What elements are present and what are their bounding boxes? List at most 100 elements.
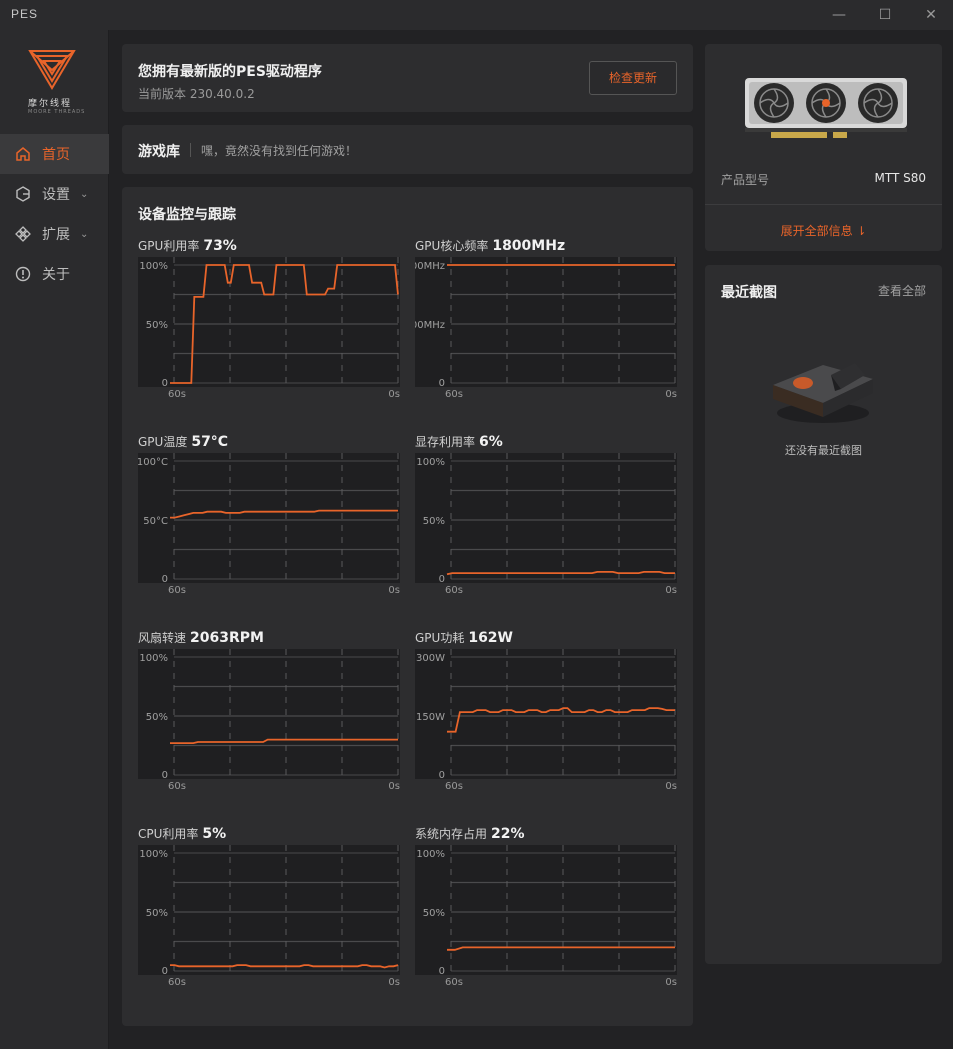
- x-tick-label: 0s: [665, 585, 677, 596]
- metric-name: GPU功耗: [415, 631, 465, 645]
- divider: [190, 143, 191, 157]
- view-all-link[interactable]: 查看全部: [878, 282, 926, 299]
- y-tick-label: 0: [162, 770, 168, 779]
- x-tick-label: 60s: [445, 781, 463, 792]
- y-tick-label: 300W: [416, 653, 445, 664]
- y-tick-label: 0: [439, 770, 445, 779]
- sidebar-item-extensions[interactable]: 扩展 ⌄: [0, 214, 109, 254]
- metric-value: 5%: [202, 826, 227, 842]
- chevron-down-icon: ⌄: [80, 188, 89, 200]
- empty-box-icon: [773, 363, 873, 423]
- metric-label: GPU功耗 162W: [415, 629, 513, 646]
- expand-info-link[interactable]: 展开全部信息 ⇂: [705, 222, 942, 239]
- x-tick-label: 0s: [388, 389, 400, 400]
- metric-plot: 1800MHz 900MHz 0: [415, 257, 677, 387]
- recent-screenshots-title: 最近截图: [721, 285, 777, 301]
- sidebar-item-label: 关于: [42, 267, 70, 283]
- device-monitor-card: 设备监控与跟踪 GPU利用率 73% 100% 50% 0 60s 0s GPU核心频率 180…: [122, 187, 693, 1026]
- info-icon: [14, 265, 32, 283]
- metric-chart: GPU核心频率1800MHz1800MHz 900MHz 060s 0s: [415, 237, 677, 407]
- metric-chart: 风扇转速 2063RPM 100% 50% 0 60s 0s: [138, 629, 400, 799]
- recent-screenshots-card: 最近截图 查看全部 还没有最近截图: [705, 265, 942, 964]
- sidebar-item-about[interactable]: 关于: [0, 254, 109, 294]
- metric-value: 1800MHz: [492, 238, 566, 254]
- sidebar-item-home[interactable]: 首页: [0, 134, 109, 174]
- device-monitor-title: 设备监控与跟踪: [138, 207, 236, 223]
- metric-label: 显存利用率 6%: [415, 433, 503, 450]
- game-library-title: 游戏库: [138, 144, 180, 160]
- metric-value: 22%: [491, 826, 525, 842]
- y-tick-label: 50%: [146, 712, 168, 723]
- y-tick-label: 100%: [139, 849, 168, 860]
- y-tick-label: 0: [162, 966, 168, 975]
- y-tick-label: 100%: [139, 261, 168, 272]
- update-status-title: 您拥有最新版的PES驱动程序: [138, 64, 322, 80]
- x-tick-label: 60s: [445, 389, 463, 400]
- metric-label: GPU核心频率 1800MHz: [415, 237, 565, 254]
- brand-name-en: MOORE THREADS: [28, 109, 86, 115]
- divider: [705, 204, 942, 205]
- title-bar: PES — ☐ ✕: [0, 0, 953, 30]
- metric-chart: CPU利用率 5% 100% 50% 0 60s 0s: [138, 825, 400, 995]
- metric-name: GPU温度: [138, 435, 188, 449]
- metric-plot: 100°C 50°C 0: [138, 453, 400, 583]
- x-tick-label: 0s: [388, 585, 400, 596]
- metric-name: 风扇转速: [138, 631, 187, 645]
- metric-label: GPU温度 57°C: [138, 433, 228, 450]
- y-tick-label: 100%: [416, 457, 445, 468]
- graphics-card-image: [745, 78, 907, 138]
- metric-plot: 100% 50% 0: [138, 257, 400, 387]
- metric-name: 显存利用率: [415, 435, 476, 449]
- sidebar-item-label: 扩展: [42, 227, 70, 243]
- sidebar-item-label: 设置: [42, 187, 70, 203]
- sidebar-item-label: 首页: [42, 147, 70, 163]
- x-tick-label: 60s: [168, 977, 186, 988]
- y-tick-label: 0: [439, 966, 445, 975]
- metric-label: CPU利用率 5%: [138, 825, 226, 842]
- metric-plot: 100% 50% 0: [415, 845, 677, 975]
- home-icon: [14, 145, 32, 163]
- app-title: PES: [11, 7, 39, 21]
- x-tick-label: 0s: [665, 977, 677, 988]
- close-button[interactable]: ✕: [919, 4, 943, 26]
- y-tick-label: 0: [439, 378, 445, 387]
- y-tick-label: 0: [439, 574, 445, 583]
- moore-threads-logo: [28, 50, 76, 90]
- sidebar-item-settings[interactable]: 设置 ⌄: [0, 174, 109, 214]
- x-tick-label: 0s: [388, 781, 400, 792]
- metric-plot: 100% 50% 0: [138, 845, 400, 975]
- x-tick-label: 0s: [665, 389, 677, 400]
- metric-chart: 系统内存占用 22% 100% 50% 0 60s 0s: [415, 825, 677, 995]
- x-tick-label: 60s: [168, 781, 186, 792]
- x-tick-label: 60s: [168, 585, 186, 596]
- y-tick-label: 50°C: [143, 516, 168, 527]
- metric-label: GPU利用率 73%: [138, 237, 237, 254]
- x-tick-label: 0s: [388, 977, 400, 988]
- y-tick-label: 900MHz: [415, 320, 445, 331]
- metric-plot: 100% 50% 0: [415, 453, 677, 583]
- product-model-label: 产品型号: [721, 173, 770, 187]
- x-tick-label: 60s: [445, 585, 463, 596]
- minimize-button[interactable]: —: [827, 4, 851, 26]
- metric-name: GPU利用率: [138, 239, 200, 253]
- check-update-button[interactable]: 检查更新: [589, 61, 677, 95]
- metric-name: CPU利用率: [138, 827, 199, 841]
- game-library-card: 游戏库 嘿，竟然没有找到任何游戏！: [122, 125, 693, 174]
- product-card: 产品型号 MTT S80 展开全部信息 ⇂: [705, 44, 942, 251]
- metric-name: GPU核心频率: [415, 239, 489, 253]
- metric-value: 2063RPM: [190, 630, 264, 646]
- game-library-empty-message: 嘿，竟然没有找到任何游戏！: [201, 144, 358, 158]
- y-tick-label: 100°C: [138, 457, 168, 468]
- y-tick-label: 100%: [139, 653, 168, 664]
- metric-value: 73%: [203, 238, 237, 254]
- metric-plot: 300W 150W 0: [415, 649, 677, 779]
- metric-value: 6%: [479, 434, 503, 450]
- x-tick-label: 60s: [168, 389, 186, 400]
- maximize-button[interactable]: ☐: [873, 4, 897, 26]
- metric-chart: 显存利用率 6% 100% 50% 0 60s 0s: [415, 433, 677, 603]
- chevron-down-icon: ⌄: [80, 228, 89, 240]
- y-tick-label: 100%: [416, 849, 445, 860]
- metric-chart: GPU利用率 73% 100% 50% 0 60s 0s: [138, 237, 400, 407]
- no-screenshots-message: 还没有最近截图: [785, 444, 862, 457]
- y-tick-label: 0: [162, 378, 168, 387]
